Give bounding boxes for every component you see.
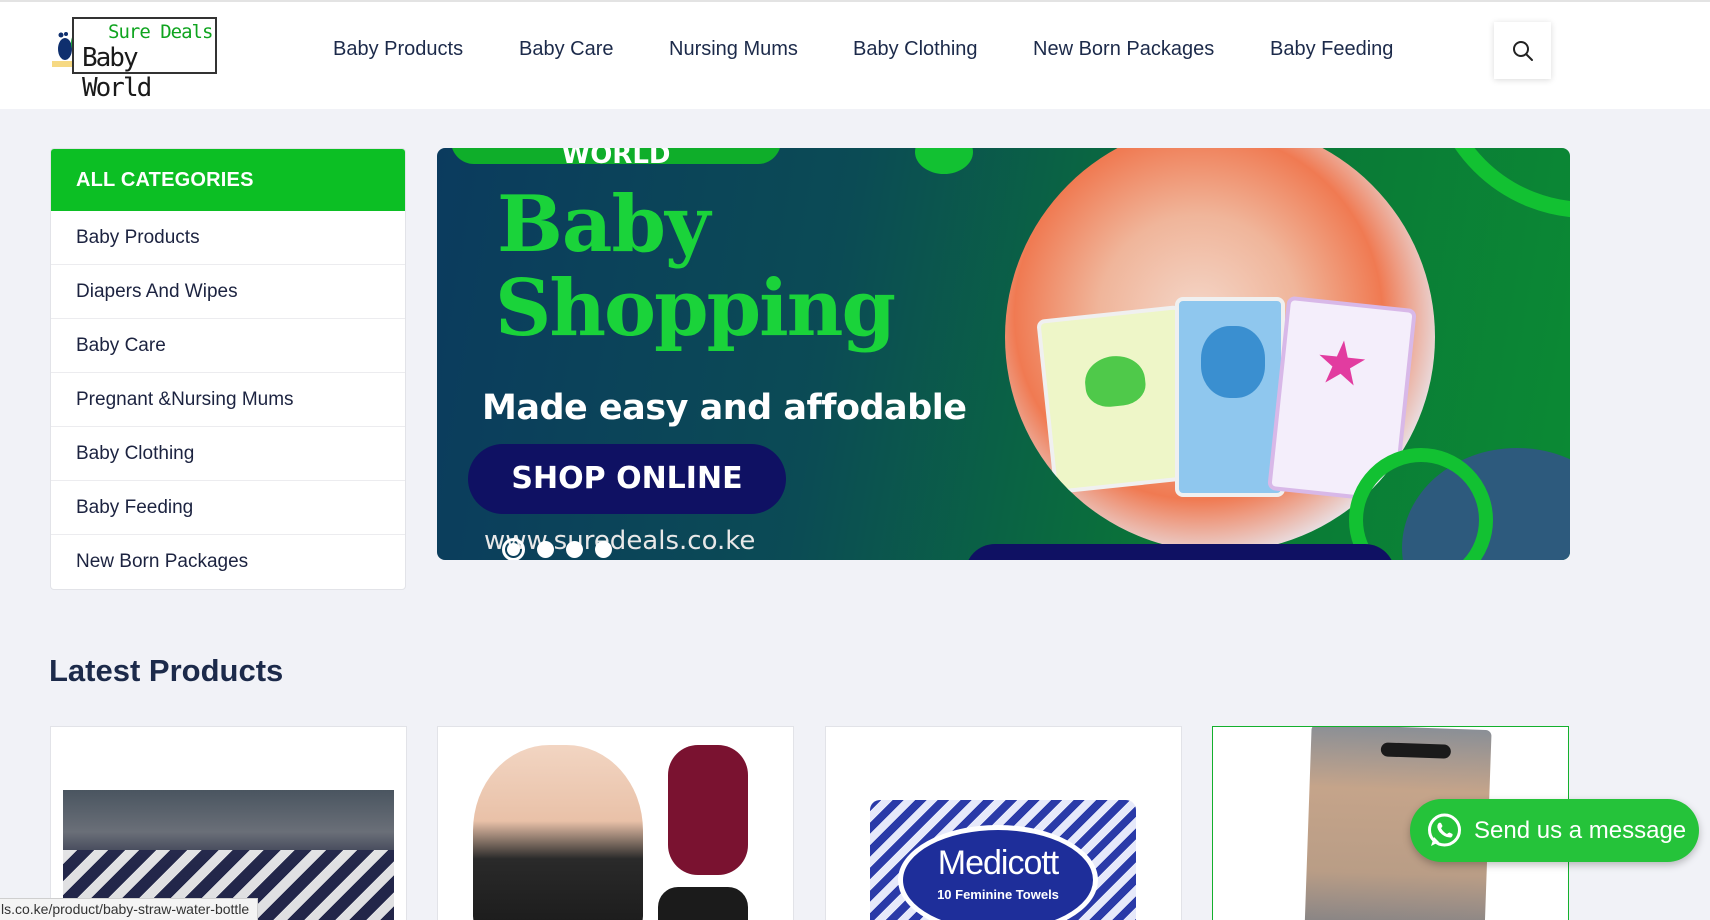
nav-item-baby-products[interactable]: Baby Products [333, 38, 463, 61]
carousel-dots [502, 538, 612, 560]
site-header: Sure Deals Baby World Baby Products Baby … [0, 0, 1710, 109]
baby-carrier-image [473, 745, 643, 920]
category-list: Baby Products Diapers And Wipes Baby Care P… [51, 211, 405, 589]
banner-world-badge: WORLD [451, 148, 781, 170]
nav-item-baby-care[interactable]: Baby Care [519, 38, 614, 61]
category-item[interactable]: Baby Clothing [51, 427, 405, 481]
logo-text-top: Sure Deals [108, 21, 213, 43]
carousel-dot[interactable] [537, 541, 554, 558]
product-card[interactable] [50, 726, 407, 920]
medicott-subtext: 10 Feminine Towels [937, 887, 1059, 902]
site-logo[interactable]: Sure Deals Baby World [52, 17, 217, 103]
star-icon: ★ [1311, 327, 1372, 400]
nav-item-new-born-packages[interactable]: New Born Packages [1033, 38, 1214, 61]
search-icon [1512, 40, 1533, 61]
category-item[interactable]: New Born Packages [51, 535, 405, 589]
whatsapp-icon [1428, 813, 1461, 847]
whatsapp-label: Send us a message [1474, 816, 1687, 844]
carrier-black-image [658, 887, 748, 920]
banner-title-line2: Shopping [495, 263, 896, 354]
carousel-dot[interactable] [502, 538, 525, 560]
frog-icon [1082, 353, 1148, 410]
nav-item-baby-clothing[interactable]: Baby Clothing [853, 38, 978, 61]
carousel-dot[interactable] [595, 541, 612, 558]
category-item[interactable]: Baby Products [51, 211, 405, 265]
category-item[interactable]: Pregnant &Nursing Mums [51, 373, 405, 427]
owl-icon [1201, 326, 1265, 398]
category-item[interactable]: Diapers And Wipes [51, 265, 405, 319]
medicott-brand: Medicott [937, 844, 1060, 882]
banner-decor-dot [915, 148, 973, 174]
carousel-dot[interactable] [566, 541, 583, 558]
whatsapp-message-button[interactable]: Send us a message [1410, 799, 1699, 862]
nav-item-baby-feeding[interactable]: Baby Feeding [1270, 38, 1393, 61]
status-bar-url: ls.co.ke/product/baby-straw-water-bottle [0, 898, 259, 920]
shop-online-button[interactable]: SHOP ONLINE [468, 444, 786, 514]
medicott-label: Medicott 10 Feminine Towels [898, 825, 1098, 920]
categories-sidebar: ALL CATEGORIES Baby Products Diapers And … [50, 148, 406, 590]
category-item[interactable]: Baby Care [51, 319, 405, 373]
latest-products-heading: Latest Products [49, 653, 284, 688]
product-card[interactable]: Medicott 10 Feminine Towels [825, 726, 1182, 920]
category-item[interactable]: Baby Feeding [51, 481, 405, 535]
carrier-maroon-image [668, 745, 748, 875]
banner-title-line1: Baby [497, 179, 710, 270]
nav-item-nursing-mums[interactable]: Nursing Mums [669, 38, 798, 61]
hero-banner[interactable]: WORLD ★ Baby Shopping Made easy and affo… [437, 148, 1570, 560]
product-card[interactable] [437, 726, 794, 920]
search-button[interactable] [1494, 22, 1551, 79]
logo-frame: Sure Deals Baby World [72, 17, 217, 103]
banner-decor-strip [965, 544, 1395, 560]
all-categories-header[interactable]: ALL CATEGORIES [51, 149, 405, 211]
banner-decor-arc [1427, 148, 1570, 218]
logo-text-bottom: Baby World [82, 43, 152, 103]
banner-subtitle: Made easy and affodable [482, 388, 967, 428]
